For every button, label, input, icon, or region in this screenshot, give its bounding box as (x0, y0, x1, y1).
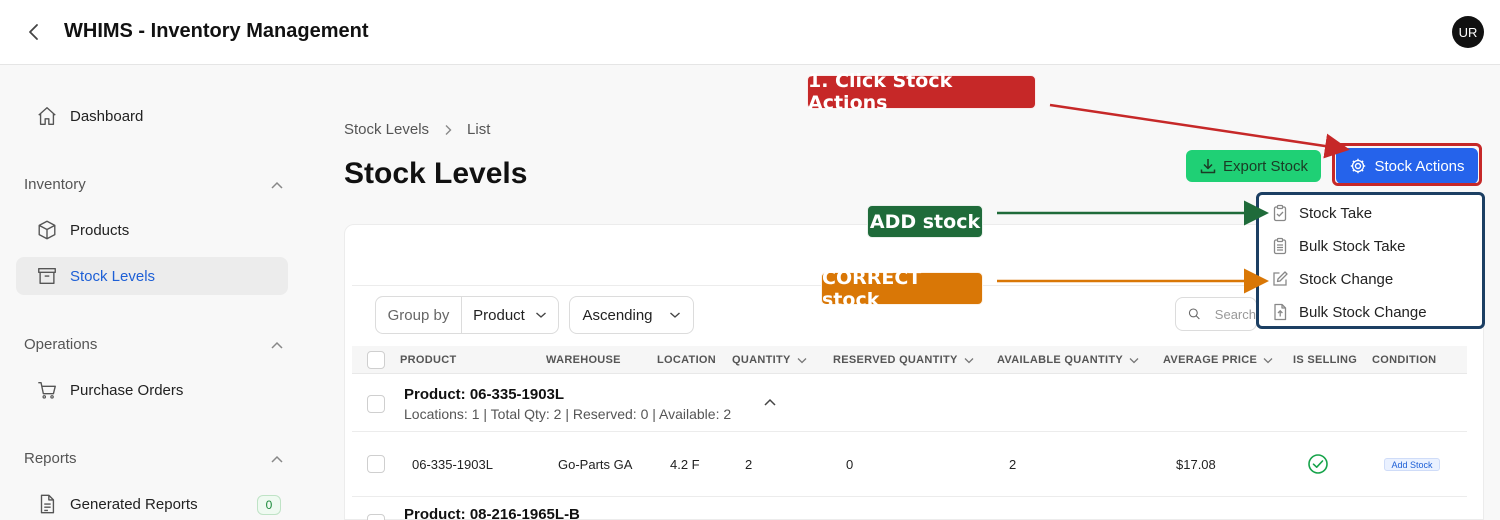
search-placeholder: Search (1214, 306, 1256, 322)
sidebar-item-label: Stock Levels (70, 267, 156, 285)
check-circle-icon (1308, 454, 1328, 474)
back-arrow-icon[interactable] (22, 20, 46, 44)
sort-order-value: Ascending (582, 306, 653, 324)
group-by-label: Group by (376, 297, 462, 333)
add-stock-condition-tag[interactable]: Add Stock (1384, 458, 1440, 471)
search-input[interactable]: Search (1175, 297, 1257, 331)
group-title: Product: 08-216-1965L-B (404, 506, 580, 520)
cell-location: 4.2 F (670, 457, 700, 472)
download-icon (1200, 159, 1216, 174)
cell-available: 2 (1009, 457, 1017, 472)
document-upload-icon (1271, 303, 1289, 321)
sidebar-group-inventory[interactable]: Inventory (24, 176, 284, 193)
stock-actions-highlight (1332, 143, 1482, 186)
group-checkbox[interactable] (367, 395, 385, 413)
app-title: WHIMS - Inventory Management (64, 20, 369, 42)
reports-count-badge: 0 (257, 495, 281, 515)
document-icon (36, 493, 58, 515)
chevron-down-icon (964, 357, 974, 363)
archive-box-icon (36, 265, 58, 287)
sort-order-select[interactable]: Ascending (569, 296, 694, 334)
cube-icon (36, 219, 58, 241)
column-header-average-price[interactable]: AVERAGE PRICE (1163, 354, 1273, 366)
column-header-product[interactable]: PRODUCT (400, 354, 457, 366)
menu-item-label: Bulk Stock Change (1299, 303, 1427, 321)
group-by-control: Group by Product (375, 296, 559, 334)
page-title: Stock Levels (344, 157, 528, 190)
chevron-down-icon (535, 312, 546, 318)
sidebar-item-label: Purchase Orders (70, 381, 184, 399)
sidebar-group-operations[interactable]: Operations (24, 336, 284, 353)
chevron-down-icon (669, 312, 680, 318)
clipboard-check-icon (1271, 204, 1289, 222)
cell-reserved: 0 (846, 457, 854, 472)
home-icon (36, 105, 58, 127)
column-header-reserved-quantity[interactable]: RESERVED QUANTITY (833, 354, 974, 366)
column-header-available-quantity[interactable]: AVAILABLE QUANTITY (997, 354, 1139, 366)
row-divider (352, 496, 1467, 497)
menu-item-stock-change[interactable]: Stock Change (1271, 266, 1393, 292)
chevron-up-icon[interactable] (270, 340, 284, 350)
annotation-add-stock: ADD stock (867, 205, 983, 238)
search-icon (1188, 308, 1200, 320)
sidebar-item-purchase-orders[interactable]: Purchase Orders (16, 371, 288, 409)
sidebar-group-label: Operations (24, 336, 98, 353)
arrow-to-stock-actions (1049, 103, 1350, 159)
breadcrumb-parent-link[interactable]: Stock Levels (344, 121, 429, 138)
cell-average-price: $17.08 (1176, 457, 1216, 472)
app-header: WHIMS - Inventory Management UR (0, 0, 1500, 65)
column-header-is-selling[interactable]: IS SELLING (1293, 354, 1357, 366)
stock-actions-menu: Stock Take Bulk Stock Take Stock Change … (1256, 192, 1485, 329)
sidebar-group-label: Inventory (24, 176, 86, 193)
sidebar-group-reports[interactable]: Reports (24, 450, 284, 467)
chevron-down-icon (797, 357, 807, 363)
annotation-correct-stock: CORRECT stock (821, 267, 983, 311)
column-header-quantity[interactable]: QUANTITY (732, 354, 807, 366)
clipboard-list-icon (1271, 237, 1289, 255)
shopping-cart-icon (36, 379, 58, 401)
chevron-down-icon (1263, 357, 1273, 363)
group-by-value: Product (473, 306, 525, 324)
chevron-up-icon[interactable] (762, 396, 778, 408)
cell-warehouse: Go-Parts GA (558, 457, 633, 472)
menu-item-stock-take[interactable]: Stock Take (1271, 200, 1372, 226)
export-stock-button[interactable]: Export Stock (1186, 150, 1321, 182)
cell-product: 06-335-1903L (412, 457, 493, 472)
chevron-up-icon[interactable] (270, 454, 284, 464)
sidebar-item-products[interactable]: Products (16, 211, 288, 249)
edit-pencil-icon (1271, 270, 1289, 288)
cell-quantity: 2 (745, 457, 753, 472)
sidebar-item-dashboard[interactable]: Dashboard (16, 97, 288, 135)
group-title: Product: 06-335-1903L (404, 386, 565, 403)
sidebar-item-label: Dashboard (70, 107, 144, 125)
sidebar-item-label: Generated Reports (70, 495, 198, 513)
select-all-checkbox[interactable] (367, 351, 385, 369)
group-by-select[interactable]: Product (462, 297, 558, 333)
group-checkbox[interactable] (367, 514, 385, 520)
menu-item-label: Bulk Stock Take (1299, 237, 1406, 255)
row-checkbox[interactable] (367, 455, 385, 473)
chevron-right-icon (445, 124, 452, 135)
chevron-down-icon (1129, 357, 1139, 363)
group-summary: Locations: 1 | Total Qty: 2 | Reserved: … (404, 406, 732, 422)
column-header-warehouse[interactable]: WAREHOUSE (546, 354, 621, 366)
chevron-up-icon[interactable] (270, 180, 284, 190)
sidebar-item-stock-levels[interactable]: Stock Levels (16, 257, 288, 295)
row-divider (352, 431, 1467, 432)
sidebar-group-label: Reports (24, 450, 77, 467)
sidebar-item-label: Products (70, 221, 130, 239)
menu-item-label: Stock Take (1299, 204, 1373, 222)
sidebar-item-generated-reports[interactable]: Generated Reports (16, 485, 288, 520)
user-avatar[interactable]: UR (1452, 16, 1484, 48)
table-header: PRODUCT WAREHOUSE LOCATION QUANTITY RESE… (352, 346, 1467, 374)
annotation-step-1: 1. Click Stock Actions (807, 70, 1036, 114)
menu-item-bulk-stock-take[interactable]: Bulk Stock Take (1271, 233, 1405, 259)
breadcrumb-current: List (467, 121, 491, 138)
menu-item-label: Stock Change (1299, 270, 1394, 288)
column-header-location[interactable]: LOCATION (657, 354, 716, 366)
column-header-condition[interactable]: CONDITION (1372, 354, 1436, 366)
export-stock-label: Export Stock (1222, 157, 1309, 175)
breadcrumb: Stock Levels List (344, 121, 490, 138)
menu-item-bulk-stock-change[interactable]: Bulk Stock Change (1271, 299, 1427, 325)
